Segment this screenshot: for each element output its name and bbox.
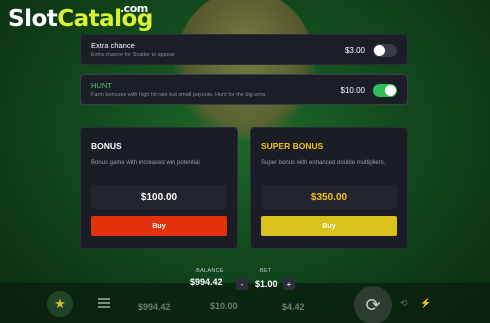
toggle-knob xyxy=(374,45,385,56)
hunt-toggle[interactable] xyxy=(373,84,397,97)
spin-icon[interactable]: ⟳ xyxy=(354,286,392,323)
super-bonus-description: Super bonus with enhanced double multipl… xyxy=(261,160,386,166)
option-description: Extra chance for Scatter to appear xyxy=(91,52,175,58)
option-title: HUNT xyxy=(91,81,112,90)
decrease-bet-button[interactable]: - xyxy=(236,278,248,290)
option-description: Farm bonuses with high hit rate but smal… xyxy=(91,92,266,98)
balance-display: BALANCE $994.42 xyxy=(190,268,230,287)
option-extra-chance: Extra chance Extra chance for Scatter to… xyxy=(80,34,408,65)
option-hunt: HUNT Farm bonuses with high hit rate but… xyxy=(80,74,408,105)
buy-super-bonus-button[interactable]: Buy xyxy=(261,216,397,236)
toggle-knob xyxy=(385,85,396,96)
dim-balance-value: $994.42 xyxy=(138,302,171,312)
favorite-star-icon[interactable]: ★ xyxy=(47,291,73,317)
bet-value: $1.00 xyxy=(255,279,278,289)
extra-chance-toggle[interactable] xyxy=(373,44,397,57)
bonus-price: $100.00 xyxy=(91,185,227,209)
dim-bet-value: $10.00 xyxy=(210,301,238,311)
balance-value: $994.42 xyxy=(190,277,223,287)
bonus-card: BONUS Bonus game with increased win pote… xyxy=(80,127,238,249)
autoplay-icon[interactable]: ⟲ xyxy=(400,298,408,309)
bonus-description: Bonus game with increased win potential xyxy=(91,160,200,166)
option-price: $3.00 xyxy=(344,46,365,55)
logo-text-com: .com xyxy=(120,2,148,15)
super-bonus-title: SUPER BONUS xyxy=(261,141,324,151)
turbo-icon[interactable]: ⚡ xyxy=(420,298,431,309)
bonus-title: BONUS xyxy=(91,141,122,151)
option-price: $10.00 xyxy=(340,86,365,95)
option-title: Extra chance xyxy=(91,41,135,50)
balance-label: BALANCE xyxy=(196,268,224,274)
buy-bonus-button[interactable]: Buy xyxy=(91,216,227,236)
menu-icon[interactable] xyxy=(98,298,110,310)
increase-bet-button[interactable]: + xyxy=(283,278,295,290)
background-character xyxy=(175,0,315,140)
super-bonus-price: $350.00 xyxy=(261,185,397,209)
logo-text-slot: Slot xyxy=(8,6,58,32)
super-bonus-card: SUPER BONUS Super bonus with enhanced do… xyxy=(250,127,408,249)
dim-win-value: $4.42 xyxy=(282,302,305,312)
bet-label: BET xyxy=(260,268,272,274)
